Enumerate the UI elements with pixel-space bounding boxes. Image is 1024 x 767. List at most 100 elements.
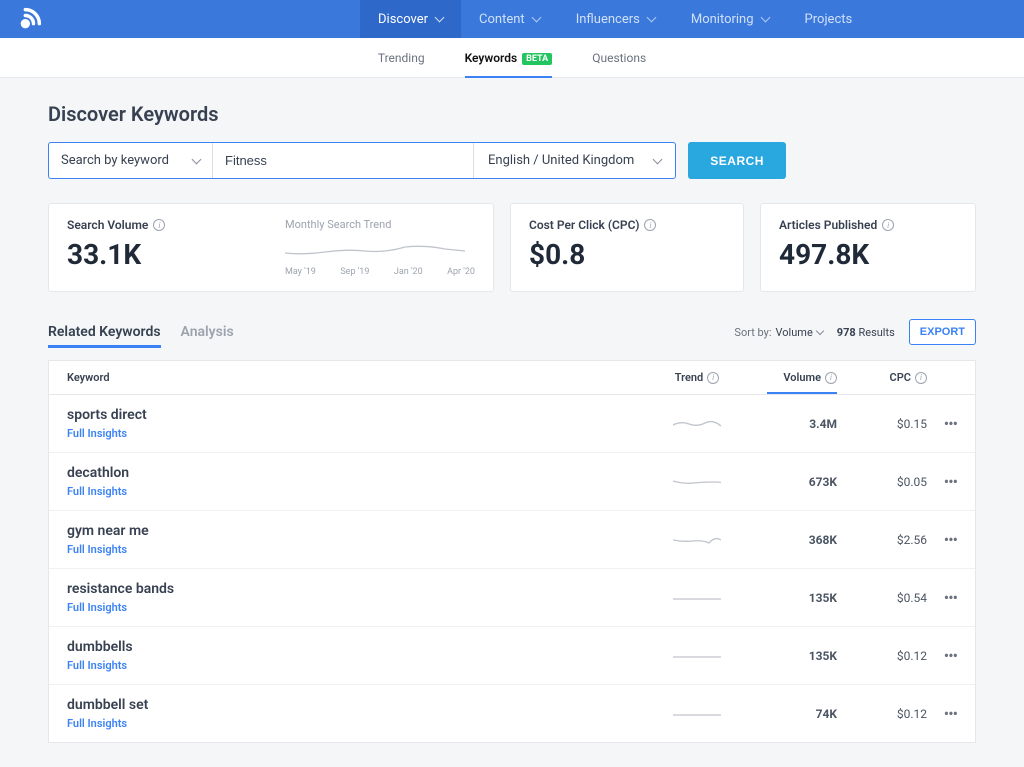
row-volume: 74K	[747, 707, 837, 721]
chevron-down-icon	[531, 13, 541, 23]
logo-icon	[16, 5, 44, 33]
summary-cards: Search Volume i 33.1K Monthly Search Tre…	[48, 203, 976, 292]
keyword-name: sports direct	[67, 407, 647, 423]
info-icon[interactable]: i	[644, 219, 656, 231]
info-icon[interactable]: i	[153, 219, 165, 231]
nav-item-discover[interactable]: Discover	[360, 0, 461, 38]
row-cpc: $0.12	[837, 707, 927, 721]
card-search-volume: Search Volume i 33.1K Monthly Search Tre…	[48, 203, 494, 292]
keyword-name: dumbbell set	[67, 697, 647, 713]
more-icon[interactable]: •••	[944, 472, 957, 491]
keyword-name: decathlon	[67, 465, 647, 481]
info-icon: i	[825, 372, 837, 384]
card-label: Cost Per Click (CPC) i	[529, 218, 725, 232]
search-button[interactable]: SEARCH	[688, 142, 786, 179]
row-volume: 3.4M	[747, 417, 837, 431]
more-icon[interactable]: •••	[944, 704, 957, 723]
search-type-label: Search by keyword	[61, 153, 169, 168]
beta-badge: BETA	[522, 53, 552, 65]
more-icon[interactable]: •••	[944, 646, 957, 665]
chevron-down-icon	[435, 13, 445, 23]
more-icon[interactable]: •••	[944, 414, 957, 433]
row-cpc: $2.56	[837, 533, 927, 547]
logo[interactable]	[0, 5, 50, 33]
table-row: dumbbell set Full Insights 74K $0.12 •••	[49, 685, 975, 742]
subnav-item-trending[interactable]: Trending	[378, 51, 425, 77]
trend-axis: May '19Sep '19Jan '20Apr '20	[285, 267, 475, 277]
tab-actions: Sort by: Volume 978 Results EXPORT	[734, 319, 976, 345]
col-keyword: Keyword	[67, 371, 647, 384]
full-insights-link[interactable]: Full Insights	[67, 543, 647, 556]
table-row: gym near me Full Insights 368K $2.56 •••	[49, 511, 975, 569]
tab-related-keywords[interactable]: Related Keywords	[48, 316, 161, 348]
card-cpc: Cost Per Click (CPC) i $0.8	[510, 203, 744, 292]
page-title: Discover Keywords	[48, 102, 976, 126]
row-sparkline	[673, 531, 721, 549]
row-cpc: $0.12	[837, 649, 927, 663]
card-value: $0.8	[529, 238, 725, 271]
table-row: sports direct Full Insights 3.4M $0.15 •…	[49, 395, 975, 453]
col-cpc[interactable]: CPC i	[837, 371, 927, 384]
table-header: Keyword Trend i Volume i CPC i	[49, 361, 975, 395]
tab-analysis[interactable]: Analysis	[181, 316, 234, 348]
chevron-down-icon	[646, 13, 656, 23]
results-count: 978 Results	[837, 326, 895, 339]
trend-label: Monthly Search Trend	[285, 218, 475, 231]
col-trend[interactable]: Trend i	[647, 371, 747, 384]
chevron-down-icon	[653, 154, 663, 164]
chevron-down-icon	[816, 326, 824, 334]
card-label: Articles Published i	[779, 218, 957, 232]
table-row: resistance bands Full Insights 135K $0.5…	[49, 569, 975, 627]
card-value: 497.8K	[779, 238, 957, 271]
row-sparkline	[673, 473, 721, 491]
row-volume: 368K	[747, 533, 837, 547]
card-value: 33.1K	[67, 238, 165, 271]
top-nav: DiscoverContentInfluencersMonitoringProj…	[0, 0, 1024, 38]
table-row: decathlon Full Insights 673K $0.05 •••	[49, 453, 975, 511]
search-group: Search by keyword English / United Kingd…	[48, 142, 676, 179]
full-insights-link[interactable]: Full Insights	[67, 601, 647, 614]
row-volume: 673K	[747, 475, 837, 489]
row-cpc: $0.05	[837, 475, 927, 489]
full-insights-link[interactable]: Full Insights	[67, 427, 647, 440]
nav-item-projects[interactable]: Projects	[787, 0, 871, 38]
full-insights-link[interactable]: Full Insights	[67, 485, 647, 498]
col-volume[interactable]: Volume i	[747, 371, 837, 384]
sub-nav: Trending Keywords BETA Questions	[0, 38, 1024, 78]
language-select[interactable]: English / United Kingdom	[473, 143, 675, 178]
card-label: Search Volume i	[67, 218, 165, 232]
info-icon[interactable]: i	[882, 219, 894, 231]
export-button[interactable]: EXPORT	[909, 319, 976, 345]
row-volume: 135K	[747, 591, 837, 605]
row-volume: 135K	[747, 649, 837, 663]
row-sparkline	[673, 415, 721, 433]
search-type-select[interactable]: Search by keyword	[49, 143, 213, 178]
keywords-table: Keyword Trend i Volume i CPC i sports di…	[48, 360, 976, 743]
nav-item-monitoring[interactable]: Monitoring	[673, 0, 787, 38]
search-row: Search by keyword English / United Kingd…	[48, 142, 976, 179]
nav-item-influencers[interactable]: Influencers	[558, 0, 673, 38]
row-sparkline	[673, 705, 721, 723]
chevron-down-icon	[192, 154, 202, 164]
nav-item-content[interactable]: Content	[461, 0, 558, 38]
row-sparkline	[673, 647, 721, 665]
trend-sparkline	[285, 237, 465, 261]
more-icon[interactable]: •••	[944, 530, 957, 549]
subnav-item-keywords[interactable]: Keywords BETA	[465, 51, 553, 77]
subnav-item-questions[interactable]: Questions	[592, 51, 646, 77]
tabs-row: Related Keywords Analysis Sort by: Volume…	[48, 316, 976, 348]
full-insights-link[interactable]: Full Insights	[67, 717, 647, 730]
info-icon: i	[915, 372, 927, 384]
card-articles: Articles Published i 497.8K	[760, 203, 976, 292]
monthly-trend: Monthly Search Trend May '19Sep '19Jan '…	[285, 218, 475, 277]
tabs: Related Keywords Analysis	[48, 316, 234, 348]
keyword-name: resistance bands	[67, 581, 647, 597]
nav-items: DiscoverContentInfluencersMonitoringProj…	[360, 0, 870, 38]
search-input[interactable]	[213, 143, 473, 178]
table-row: dumbbells Full Insights 135K $0.12 •••	[49, 627, 975, 685]
sort-select[interactable]: Sort by: Volume	[734, 326, 822, 339]
info-icon: i	[707, 372, 719, 384]
full-insights-link[interactable]: Full Insights	[67, 659, 647, 672]
more-icon[interactable]: •••	[944, 588, 957, 607]
keyword-name: gym near me	[67, 523, 647, 539]
